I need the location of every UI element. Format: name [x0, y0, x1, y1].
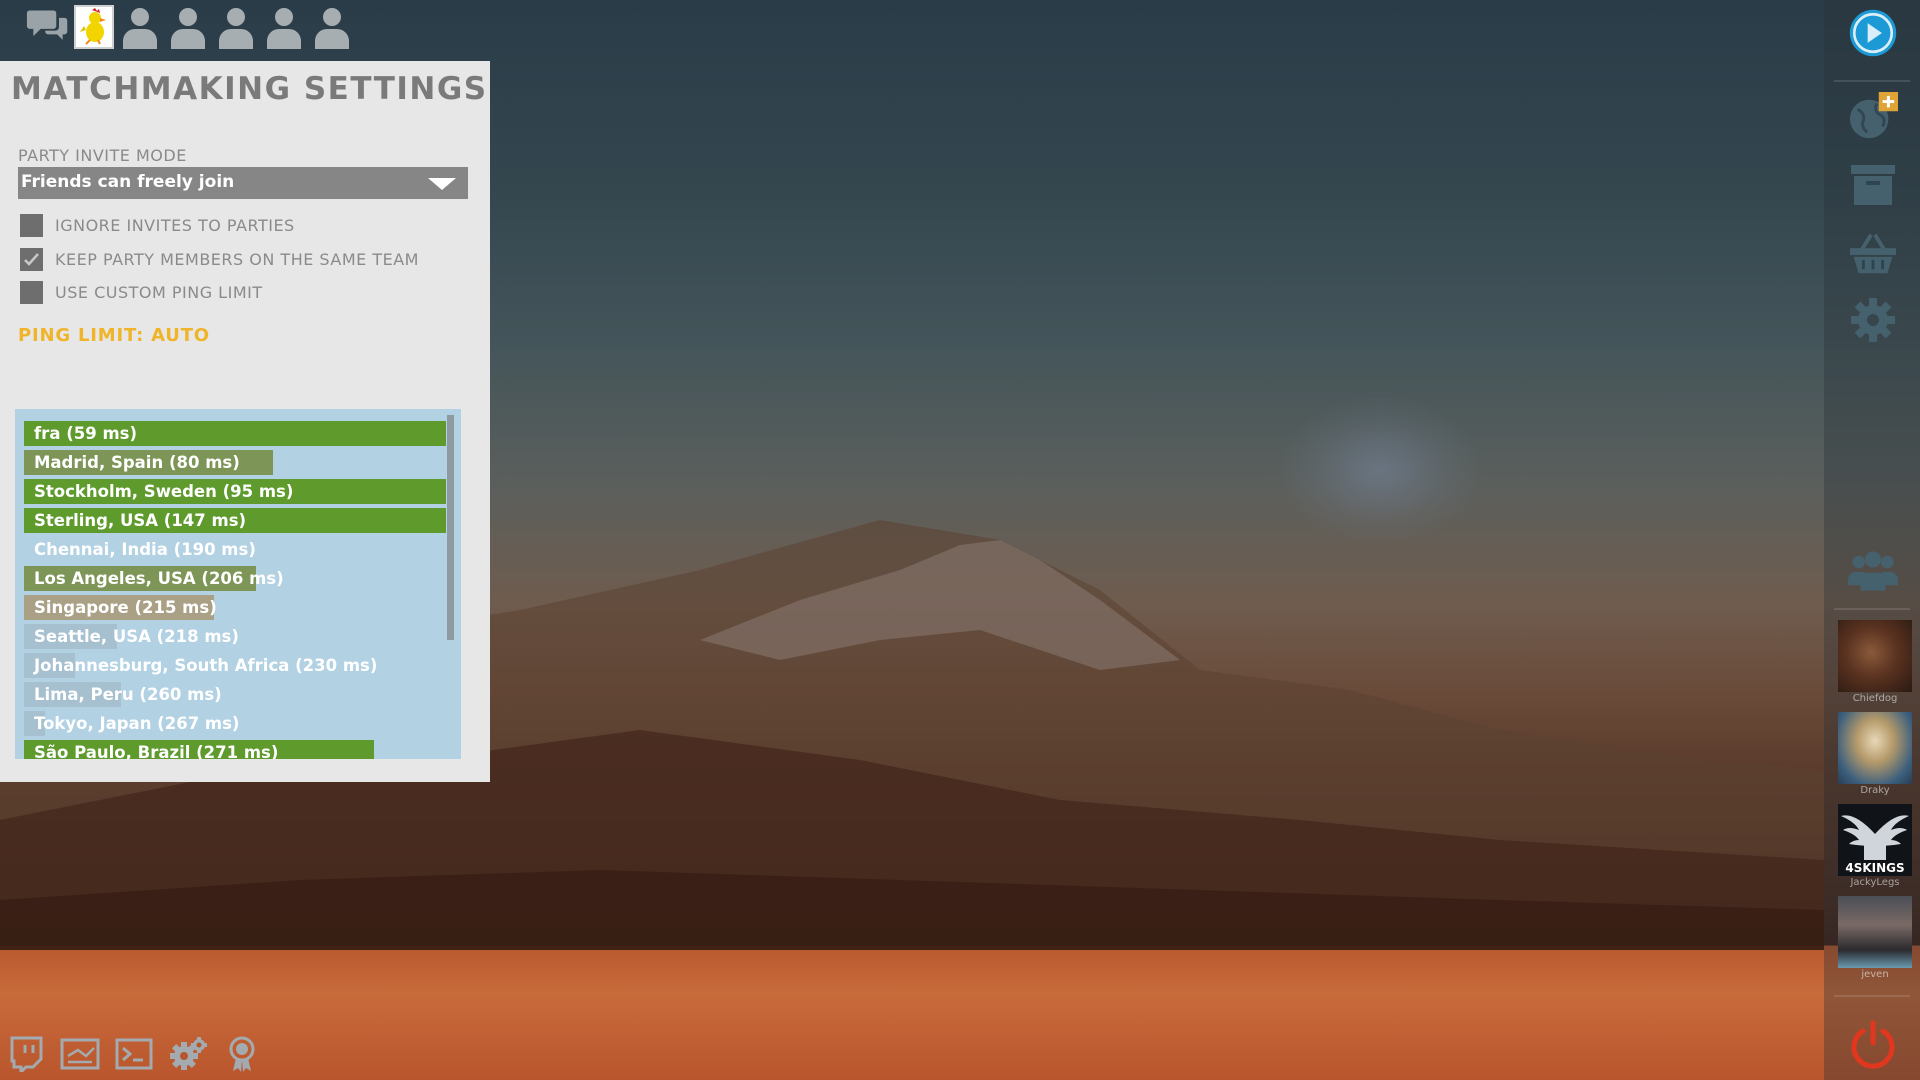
globe-add-icon[interactable]: [1848, 92, 1898, 142]
region-label: Los Angeles, USA (206 ms): [34, 569, 284, 588]
custom-ping-limit-option[interactable]: USE CUSTOM PING LIMIT: [20, 281, 263, 304]
party-slot-empty-icon[interactable]: [118, 4, 162, 50]
option-label: IGNORE INVITES TO PARTIES: [55, 216, 295, 235]
region-row[interactable]: Johannesburg, South Africa (230 ms): [24, 653, 446, 680]
friends-icon[interactable]: [1848, 546, 1898, 596]
party-slot-empty-icon[interactable]: [262, 4, 306, 50]
sidebar-divider: [1834, 608, 1910, 610]
option-label: KEEP PARTY MEMBERS ON THE SAME TEAM: [55, 250, 419, 269]
region-label: Sterling, USA (147 ms): [34, 511, 247, 530]
region-row[interactable]: Sterling, USA (147 ms): [24, 508, 446, 535]
region-label: Johannesburg, South Africa (230 ms): [34, 656, 378, 675]
bottom-toolbar: [6, 1036, 262, 1072]
region-row[interactable]: São Paulo, Brazil (271 ms): [24, 740, 446, 759]
play-icon[interactable]: [1848, 8, 1898, 58]
matchmaking-settings-panel: MATCHMAKING SETTINGS PARTY INVITE MODE F…: [0, 61, 490, 782]
region-list: fra (59 ms) Madrid, Spain (80 ms) Stockhol…: [24, 421, 446, 759]
region-label: Stockholm, Sweden (95 ms): [34, 482, 294, 501]
region-label: Singapore (215 ms): [34, 598, 217, 617]
region-label: Madrid, Spain (80 ms): [34, 453, 240, 472]
region-label: Lima, Peru (260 ms): [34, 685, 222, 704]
sidebar-divider: [1834, 995, 1910, 997]
region-label: Seattle, USA (218 ms): [34, 627, 239, 646]
region-row[interactable]: Stockholm, Sweden (95 ms): [24, 479, 446, 506]
basket-icon[interactable]: [1848, 228, 1898, 278]
party-slot-empty-icon[interactable]: [214, 4, 258, 50]
twitch-icon[interactable]: [6, 1036, 46, 1072]
region-label: São Paulo, Brazil (271 ms): [34, 743, 279, 759]
region-row[interactable]: Lima, Peru (260 ms): [24, 682, 446, 709]
region-label: fra (59 ms): [34, 424, 137, 443]
ignore-invites-checkbox[interactable]: [20, 214, 43, 237]
ping-limit-status: PING LIMIT: AUTO: [18, 325, 210, 346]
friend-item[interactable]: Chiefdog: [1838, 620, 1912, 706]
keep-party-same-team-checkbox[interactable]: [20, 248, 43, 271]
network-icon[interactable]: [60, 1036, 100, 1072]
friend-avatar: 4SKINGS: [1838, 804, 1912, 876]
power-icon[interactable]: [1848, 1020, 1898, 1070]
archive-icon[interactable]: [1848, 160, 1898, 210]
friend-avatar: [1838, 712, 1912, 784]
wings-logo: 4SKINGS: [1841, 815, 1909, 875]
region-row[interactable]: fra (59 ms): [24, 421, 446, 448]
region-row[interactable]: Madrid, Spain (80 ms): [24, 450, 446, 477]
party-slot-empty-icon[interactable]: [310, 4, 354, 50]
party-slot-empty-icon[interactable]: [166, 4, 210, 50]
party-bar: [26, 2, 354, 52]
option-label: USE CUSTOM PING LIMIT: [55, 283, 263, 302]
panel-title: MATCHMAKING SETTINGS: [11, 71, 488, 107]
friend-item[interactable]: 4SKINGS JackyLegs: [1838, 804, 1912, 890]
chevron-down-icon: [428, 178, 456, 190]
self-avatar[interactable]: [74, 5, 114, 49]
gear-icon[interactable]: [1848, 295, 1898, 345]
friend-item[interactable]: jeven: [1838, 896, 1912, 982]
settings-icon[interactable]: [168, 1036, 208, 1072]
region-row[interactable]: Chennai, India (190 ms): [24, 537, 446, 564]
friend-avatar: [1838, 620, 1912, 692]
friend-avatar: [1838, 896, 1912, 968]
chat-bubbles-icon[interactable]: [26, 4, 70, 50]
party-invite-mode-label: PARTY INVITE MODE: [18, 146, 187, 165]
achievement-icon[interactable]: [222, 1036, 262, 1072]
friend-name: Chiefdog: [1852, 693, 1898, 704]
checkmark-icon: [24, 253, 39, 266]
region-row[interactable]: Singapore (215 ms): [24, 595, 446, 622]
friend-badge: 4SKINGS: [1845, 861, 1904, 875]
scrollbar-thumb[interactable]: [447, 415, 454, 640]
friend-name: JackyLegs: [1850, 877, 1900, 888]
ignore-invites-option[interactable]: IGNORE INVITES TO PARTIES: [20, 214, 295, 237]
custom-ping-limit-checkbox[interactable]: [20, 281, 43, 304]
right-sidebar: Chiefdog Draky 4SKINGS JackyLegs jeven: [1824, 0, 1920, 1080]
sidebar-divider: [1834, 80, 1910, 82]
region-row[interactable]: Tokyo, Japan (267 ms): [24, 711, 446, 738]
region-row[interactable]: Seattle, USA (218 ms): [24, 624, 446, 651]
region-label: Chennai, India (190 ms): [34, 540, 256, 559]
party-invite-mode-dropdown[interactable]: Friends can freely join: [18, 167, 468, 199]
friend-name: Draky: [1860, 785, 1890, 796]
keep-party-same-team-option[interactable]: KEEP PARTY MEMBERS ON THE SAME TEAM: [20, 248, 419, 271]
dropdown-value: Friends can freely join: [21, 172, 235, 192]
friend-item[interactable]: Draky: [1838, 712, 1912, 798]
console-icon[interactable]: [114, 1036, 154, 1072]
friend-name: jeven: [1861, 969, 1889, 980]
region-label: Tokyo, Japan (267 ms): [34, 714, 240, 733]
region-list-box[interactable]: fra (59 ms) Madrid, Spain (80 ms) Stockhol…: [15, 409, 461, 759]
region-row[interactable]: Los Angeles, USA (206 ms): [24, 566, 446, 593]
